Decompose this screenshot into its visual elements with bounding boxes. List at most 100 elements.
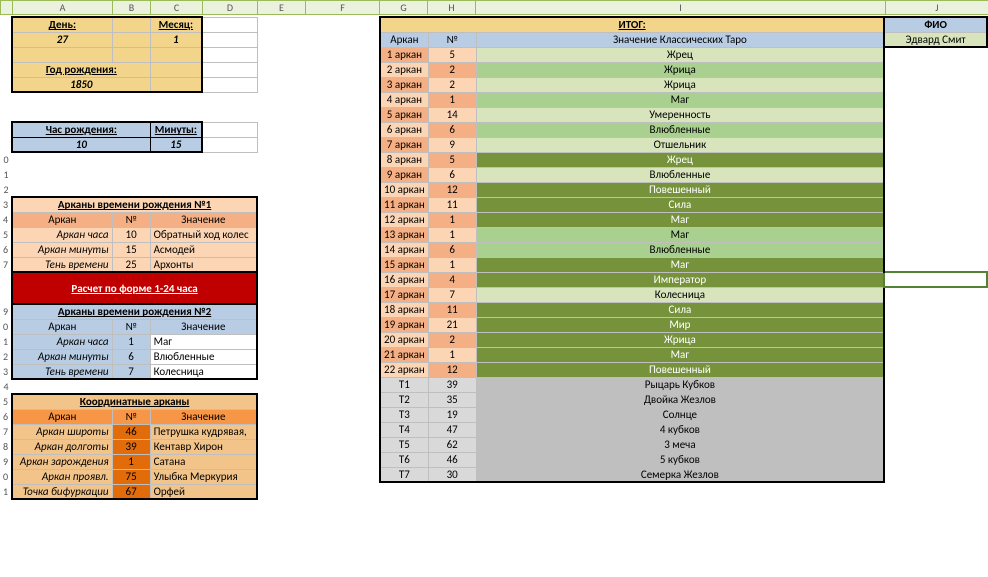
arcane-label[interactable]: 18 аркан [380, 302, 428, 317]
min-value[interactable]: 15 [150, 137, 202, 152]
t-num[interactable]: 62 [428, 437, 476, 452]
cell[interactable] [884, 62, 987, 77]
arcane-num[interactable]: 1 [428, 257, 476, 272]
col-C[interactable]: C [151, 1, 203, 15]
t-label[interactable]: Т1 [380, 377, 428, 392]
t-num[interactable]: 19 [428, 407, 476, 422]
arcane-label[interactable]: 4 аркан [380, 92, 428, 107]
arcane-num[interactable]: 4 [428, 272, 476, 287]
coord-r1-a[interactable]: Аркан долготы [12, 439, 112, 454]
bt2-r1-m[interactable]: Влюбленные [150, 349, 257, 364]
col-J[interactable]: J [886, 1, 988, 15]
bt2-r0-n[interactable]: 1 [112, 334, 150, 349]
arcane-meaning[interactable]: Маг [476, 92, 884, 107]
cell[interactable] [884, 197, 987, 212]
col-I[interactable]: I [476, 1, 886, 15]
t-label[interactable]: Т4 [380, 422, 428, 437]
arcane-num[interactable]: 11 [428, 197, 476, 212]
bt2-r0-m[interactable]: Маг [150, 334, 257, 349]
cell[interactable] [884, 317, 987, 332]
coord-r1-n[interactable]: 39 [112, 439, 150, 454]
bt2-r0-a[interactable]: Аркан часа [12, 334, 112, 349]
bt2-r1-a[interactable]: Аркан минуты [12, 349, 112, 364]
cell[interactable] [884, 122, 987, 137]
t-num[interactable]: 35 [428, 392, 476, 407]
arcane-label[interactable]: 10 аркан [380, 182, 428, 197]
coord-r3-n[interactable]: 75 [112, 469, 150, 484]
bt2-r1-n[interactable]: 6 [112, 349, 150, 364]
cell[interactable] [884, 167, 987, 182]
coord-r2-m[interactable]: Сатана [150, 454, 257, 469]
cell[interactable] [884, 107, 987, 122]
cell[interactable] [112, 32, 150, 47]
cell[interactable] [884, 287, 987, 302]
cell[interactable] [884, 332, 987, 347]
arcane-label[interactable]: 12 аркан [380, 212, 428, 227]
bt1-r2-a[interactable]: Тень времени [12, 257, 112, 272]
arcane-num[interactable]: 12 [428, 362, 476, 377]
cell[interactable] [150, 47, 202, 62]
arcane-num[interactable]: 5 [428, 47, 476, 62]
arcane-meaning[interactable]: Жрица [476, 62, 884, 77]
arcane-meaning[interactable]: Жрец [476, 47, 884, 62]
cell[interactable] [884, 242, 987, 257]
bt1-r1-n[interactable]: 15 [112, 242, 150, 257]
arcane-meaning[interactable]: Сила [476, 197, 884, 212]
cell[interactable] [150, 62, 202, 77]
arcane-num[interactable]: 1 [428, 212, 476, 227]
coord-r4-a[interactable]: Точка бифуркации [12, 484, 112, 499]
arcane-meaning[interactable]: Маг [476, 212, 884, 227]
coord-r1-m[interactable]: Кентавр Хирон [150, 439, 257, 454]
bt1-r1-m[interactable]: Асмодей [150, 242, 257, 257]
cell[interactable] [884, 407, 987, 422]
t-label[interactable]: Т6 [380, 452, 428, 467]
arcane-label[interactable]: 20 аркан [380, 332, 428, 347]
arcane-meaning[interactable]: Умеренность [476, 107, 884, 122]
cell[interactable] [884, 437, 987, 452]
cell[interactable] [202, 77, 257, 92]
arcane-num[interactable]: 1 [428, 227, 476, 242]
bt1-r1-a[interactable]: Аркан минуты [12, 242, 112, 257]
cell[interactable] [884, 212, 987, 227]
arcane-label[interactable]: 7 аркан [380, 137, 428, 152]
cell[interactable] [884, 362, 987, 377]
coord-r0-a[interactable]: Аркан широты [12, 424, 112, 439]
arcane-num[interactable]: 1 [428, 347, 476, 362]
col-B[interactable]: B [113, 1, 151, 15]
row-num[interactable] [0, 137, 12, 152]
arcane-label[interactable]: 22 аркан [380, 362, 428, 377]
bt2-r2-m[interactable]: Колесница [150, 364, 257, 379]
arcane-num[interactable]: 5 [428, 152, 476, 167]
col-E[interactable]: E [258, 1, 306, 15]
arcane-meaning[interactable]: Император [476, 272, 884, 287]
arcane-num[interactable]: 1 [428, 92, 476, 107]
t-meaning[interactable]: Двойка Жезлов [476, 392, 884, 407]
arcane-label[interactable]: 19 аркан [380, 317, 428, 332]
bt1-r0-a[interactable]: Аркан часа [12, 227, 112, 242]
month-value[interactable]: 1 [150, 32, 202, 47]
cell[interactable] [884, 422, 987, 437]
coord-r2-n[interactable]: 1 [112, 454, 150, 469]
arcane-meaning[interactable]: Жрица [476, 77, 884, 92]
cell[interactable] [884, 347, 987, 362]
t-label[interactable]: Т5 [380, 437, 428, 452]
arcane-label[interactable]: 16 аркан [380, 272, 428, 287]
t-num[interactable]: 30 [428, 467, 476, 482]
arcane-meaning[interactable]: Мир [476, 317, 884, 332]
arcane-meaning[interactable]: Маг [476, 347, 884, 362]
arcane-label[interactable]: 3 аркан [380, 77, 428, 92]
t-meaning[interactable]: Рыцарь Кубков [476, 377, 884, 392]
arcane-num[interactable]: 2 [428, 77, 476, 92]
arcane-meaning[interactable]: Влюбленные [476, 242, 884, 257]
coord-r2-a[interactable]: Аркан зарождения [12, 454, 112, 469]
arcane-meaning[interactable]: Отшельник [476, 137, 884, 152]
coord-r0-n[interactable]: 46 [112, 424, 150, 439]
arcane-num[interactable]: 6 [428, 242, 476, 257]
arcane-meaning[interactable]: Сила [476, 302, 884, 317]
arcane-num[interactable]: 2 [428, 62, 476, 77]
bt1-r0-m[interactable]: Обратный ход колес [150, 227, 257, 242]
t-label[interactable]: Т3 [380, 407, 428, 422]
cell[interactable] [884, 377, 987, 392]
row-num[interactable] [0, 17, 12, 32]
day-value[interactable]: 27 [12, 32, 112, 47]
